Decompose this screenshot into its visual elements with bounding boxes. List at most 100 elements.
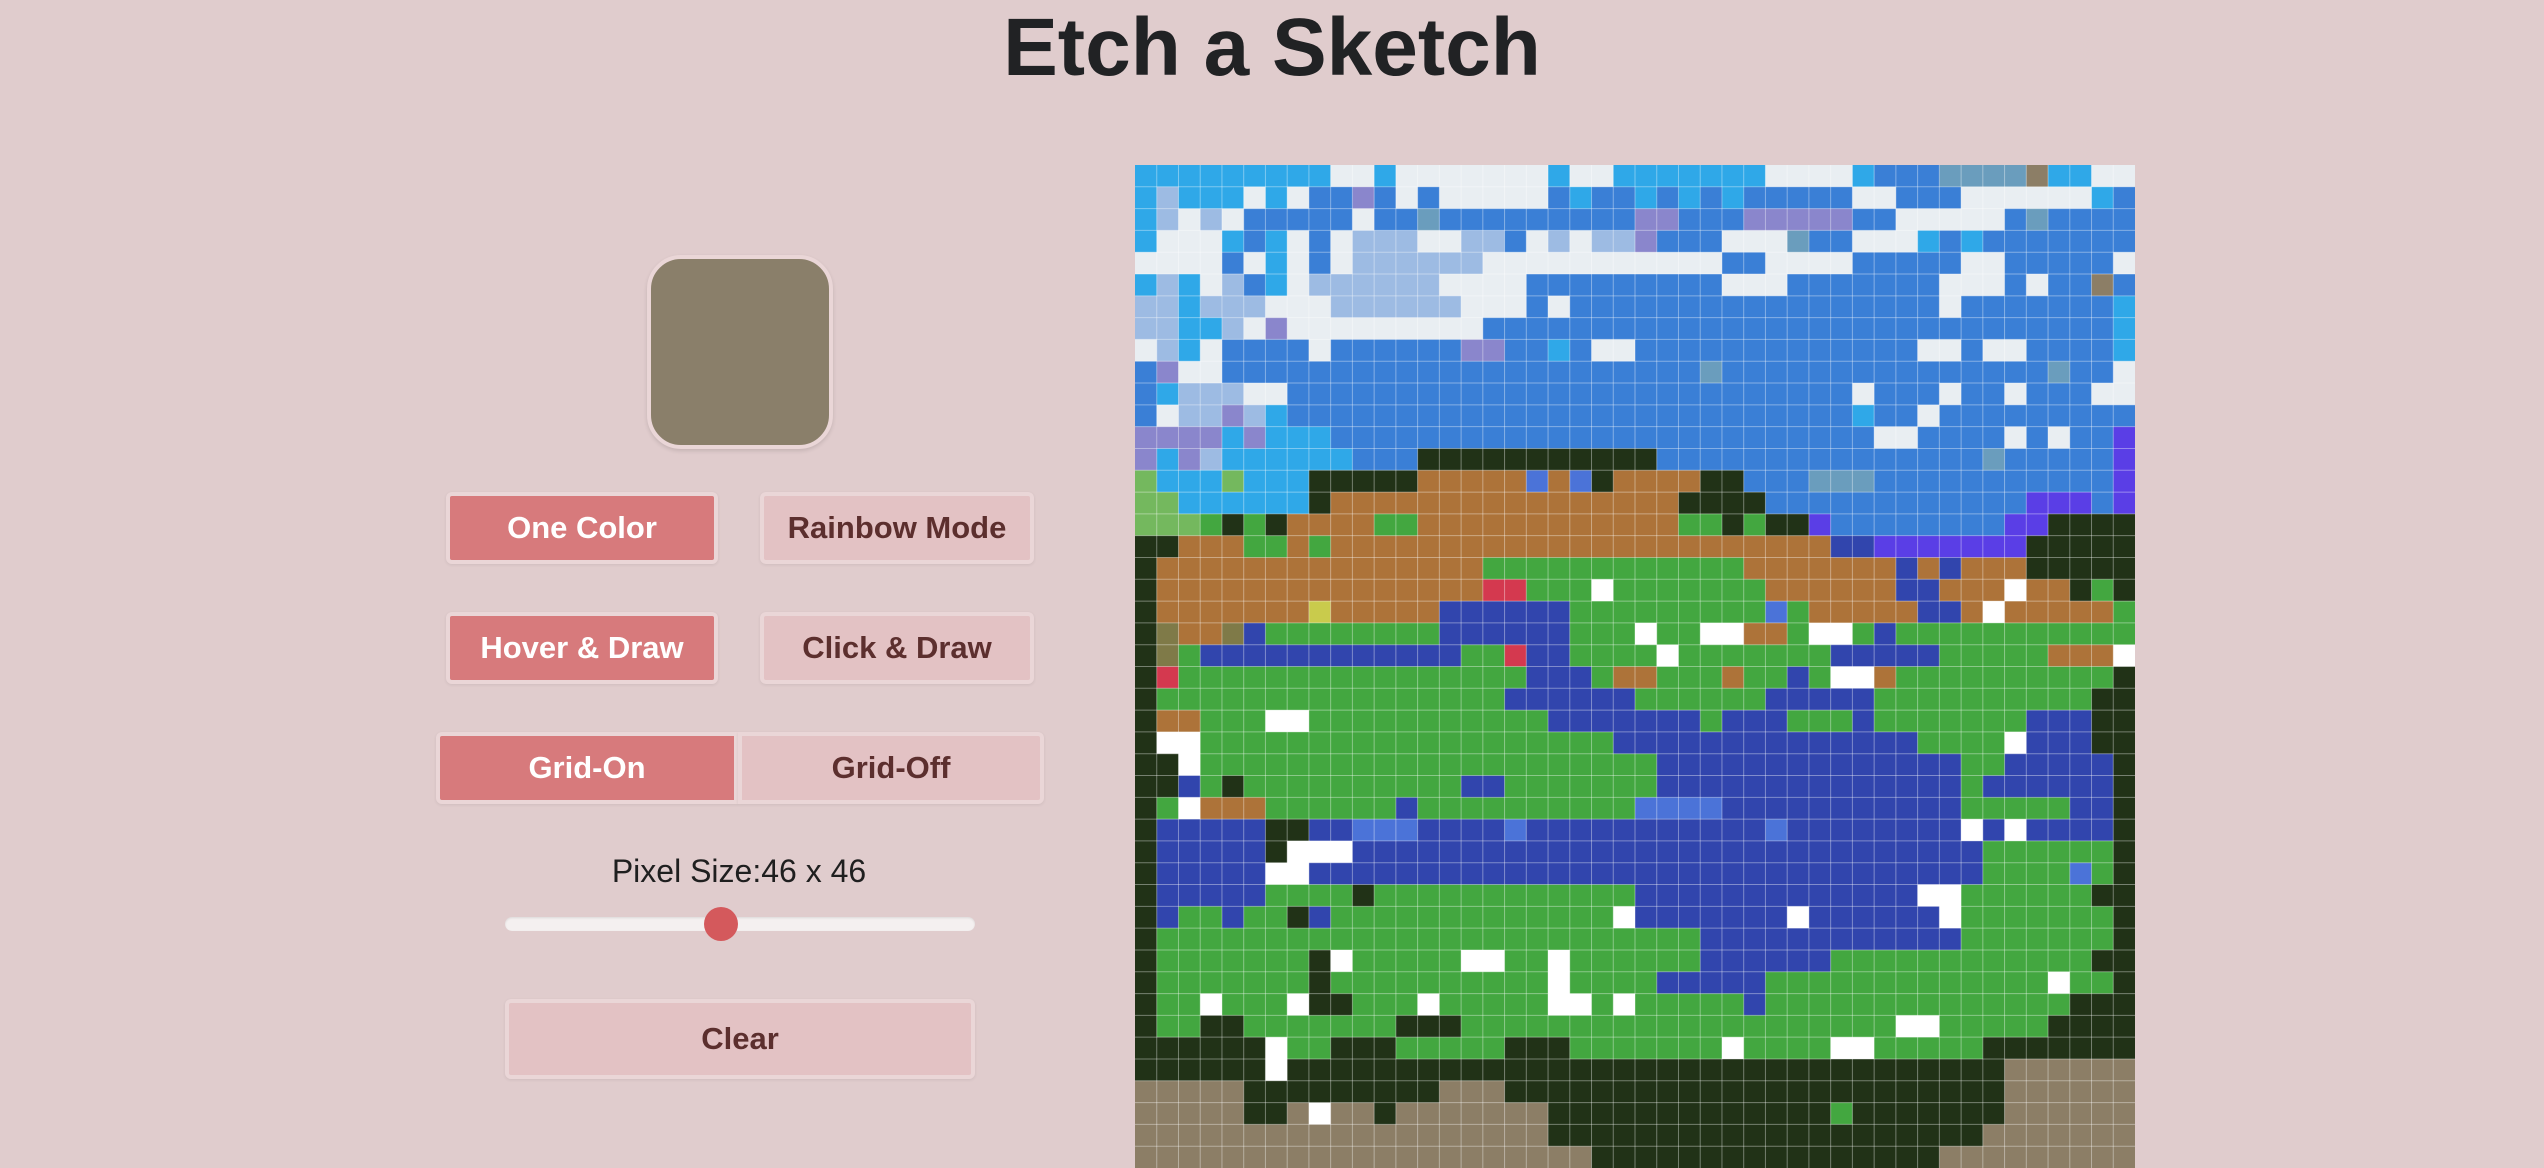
grid-cell[interactable]	[1874, 928, 1897, 951]
grid-cell[interactable]	[1417, 1124, 1440, 1147]
grid-cell[interactable]	[1808, 448, 1831, 471]
grid-cell[interactable]	[1765, 557, 1788, 580]
grid-cell[interactable]	[1982, 448, 2005, 471]
grid-cell[interactable]	[1982, 971, 2005, 994]
grid-cell[interactable]	[1287, 230, 1310, 253]
grid-cell[interactable]	[1569, 186, 1592, 209]
grid-cell[interactable]	[1156, 819, 1179, 842]
grid-cell[interactable]	[1200, 535, 1223, 558]
grid-cell[interactable]	[1895, 993, 1918, 1016]
grid-cell[interactable]	[1939, 644, 1962, 667]
grid-cell[interactable]	[1635, 470, 1658, 493]
grid-cell[interactable]	[1613, 884, 1636, 907]
grid-cell[interactable]	[1461, 622, 1484, 645]
grid-cell[interactable]	[1678, 295, 1701, 318]
grid-cell[interactable]	[1504, 274, 1527, 297]
grid-cell[interactable]	[1439, 797, 1462, 820]
grid-cell[interactable]	[1287, 535, 1310, 558]
grid-cell[interactable]	[1548, 1058, 1571, 1082]
grid-cell[interactable]	[1961, 731, 1984, 755]
grid-cell[interactable]	[1613, 710, 1636, 733]
grid-cell[interactable]	[1287, 710, 1310, 733]
grid-cell[interactable]	[1569, 165, 1592, 188]
grid-cell[interactable]	[1569, 492, 1592, 515]
grid-cell[interactable]	[1374, 840, 1397, 864]
grid-cell[interactable]	[1982, 688, 2005, 711]
grid-cell[interactable]	[1395, 513, 1418, 536]
grid-cell[interactable]	[1787, 492, 1810, 515]
grid-cell[interactable]	[1852, 513, 1875, 536]
grid-cell[interactable]	[1961, 840, 1984, 864]
grid-cell[interactable]	[2048, 731, 2071, 755]
grid-cell[interactable]	[1656, 644, 1679, 667]
grid-cell[interactable]	[1265, 928, 1288, 951]
grid-cell[interactable]	[1374, 557, 1397, 580]
grid-cell[interactable]	[1874, 513, 1897, 536]
grid-cell[interactable]	[1721, 1124, 1744, 1147]
grid-cell[interactable]	[1678, 601, 1701, 624]
grid-cell[interactable]	[2113, 1080, 2135, 1103]
grid-cell[interactable]	[1635, 230, 1658, 253]
grid-cell[interactable]	[1808, 993, 1831, 1016]
grid-cell[interactable]	[1852, 1015, 1875, 1038]
grid-cell[interactable]	[1200, 1015, 1223, 1038]
grid-cell[interactable]	[1765, 688, 1788, 711]
grid-cell[interactable]	[1439, 971, 1462, 994]
grid-cell[interactable]	[1808, 1058, 1831, 1082]
grid-cell[interactable]	[1874, 731, 1897, 755]
grid-cell[interactable]	[1678, 274, 1701, 297]
grid-cell[interactable]	[1439, 601, 1462, 624]
grid-cell[interactable]	[1874, 971, 1897, 994]
grid-cell[interactable]	[1808, 230, 1831, 253]
grid-cell[interactable]	[1591, 579, 1614, 602]
grid-cell[interactable]	[1635, 186, 1658, 209]
grid-cell[interactable]	[1439, 1124, 1462, 1147]
grid-cell[interactable]	[1482, 230, 1505, 253]
grid-cell[interactable]	[2004, 840, 2027, 864]
grid-cell[interactable]	[1569, 775, 1592, 798]
grid-cell[interactable]	[1874, 797, 1897, 820]
grid-cell[interactable]	[2113, 1124, 2135, 1147]
grid-cell[interactable]	[1287, 949, 1310, 973]
grid-cell[interactable]	[1787, 448, 1810, 471]
grid-cell[interactable]	[1156, 993, 1179, 1016]
grid-cell[interactable]	[1178, 797, 1201, 820]
grid-cell[interactable]	[1243, 470, 1266, 493]
grid-cell[interactable]	[2026, 753, 2049, 776]
grid-cell[interactable]	[1178, 513, 1201, 536]
grid-cell[interactable]	[1852, 1037, 1875, 1060]
grid-cell[interactable]	[1482, 557, 1505, 580]
grid-cell[interactable]	[1200, 840, 1223, 864]
grid-cell[interactable]	[1613, 535, 1636, 558]
grid-cell[interactable]	[1656, 1058, 1679, 1082]
grid-cell[interactable]	[1221, 230, 1244, 253]
grid-cell[interactable]	[1439, 579, 1462, 602]
grid-cell[interactable]	[1852, 884, 1875, 907]
grid-cell[interactable]	[2004, 1102, 2027, 1125]
grid-cell[interactable]	[2069, 819, 2092, 842]
grid-cell[interactable]	[1569, 622, 1592, 645]
grid-cell[interactable]	[2048, 186, 2071, 209]
grid-cell[interactable]	[1482, 906, 1505, 929]
grid-cell[interactable]	[1678, 1058, 1701, 1082]
grid-cell[interactable]	[2091, 165, 2114, 188]
grid-cell[interactable]	[1482, 993, 1505, 1016]
grid-cell[interactable]	[1417, 993, 1440, 1016]
grid-cell[interactable]	[1700, 186, 1723, 209]
grid-cell[interactable]	[1417, 165, 1440, 188]
grid-cell[interactable]	[1548, 1037, 1571, 1060]
grid-cell[interactable]	[1635, 1015, 1658, 1038]
grid-cell[interactable]	[1961, 884, 1984, 907]
grid-cell[interactable]	[1243, 688, 1266, 711]
grid-cell[interactable]	[1156, 906, 1179, 929]
grid-cell[interactable]	[1917, 949, 1940, 973]
grid-cell[interactable]	[1895, 295, 1918, 318]
grid-cell[interactable]	[1917, 404, 1940, 427]
grid-cell[interactable]	[1591, 535, 1614, 558]
grid-cell[interactable]	[1678, 949, 1701, 973]
grid-cell[interactable]	[1374, 710, 1397, 733]
grid-cell[interactable]	[1265, 906, 1288, 929]
grid-cell[interactable]	[1265, 775, 1288, 798]
grid-cell[interactable]	[1178, 862, 1201, 885]
grid-cell[interactable]	[1656, 622, 1679, 645]
